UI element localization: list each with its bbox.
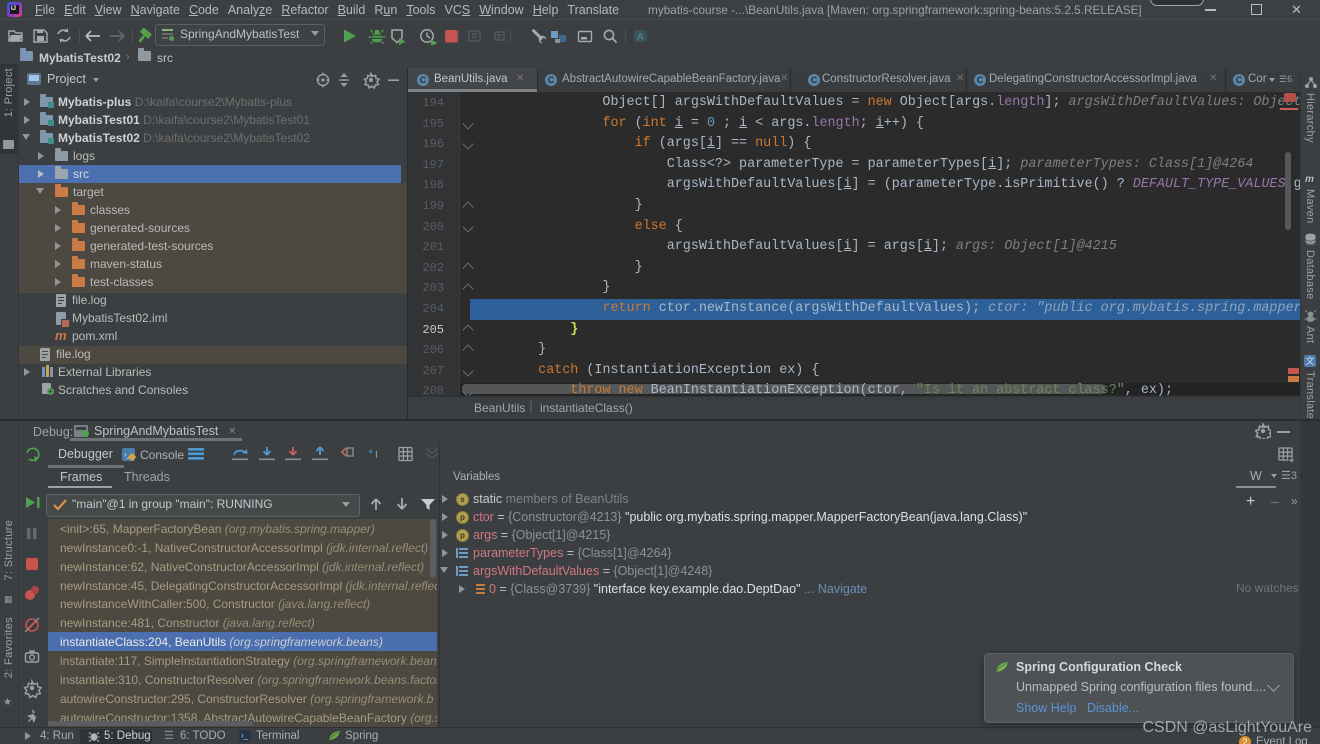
svg-text:A: A [637,32,644,43]
svg-text:*: * [368,448,373,460]
svg-text:I: I [375,450,378,461]
